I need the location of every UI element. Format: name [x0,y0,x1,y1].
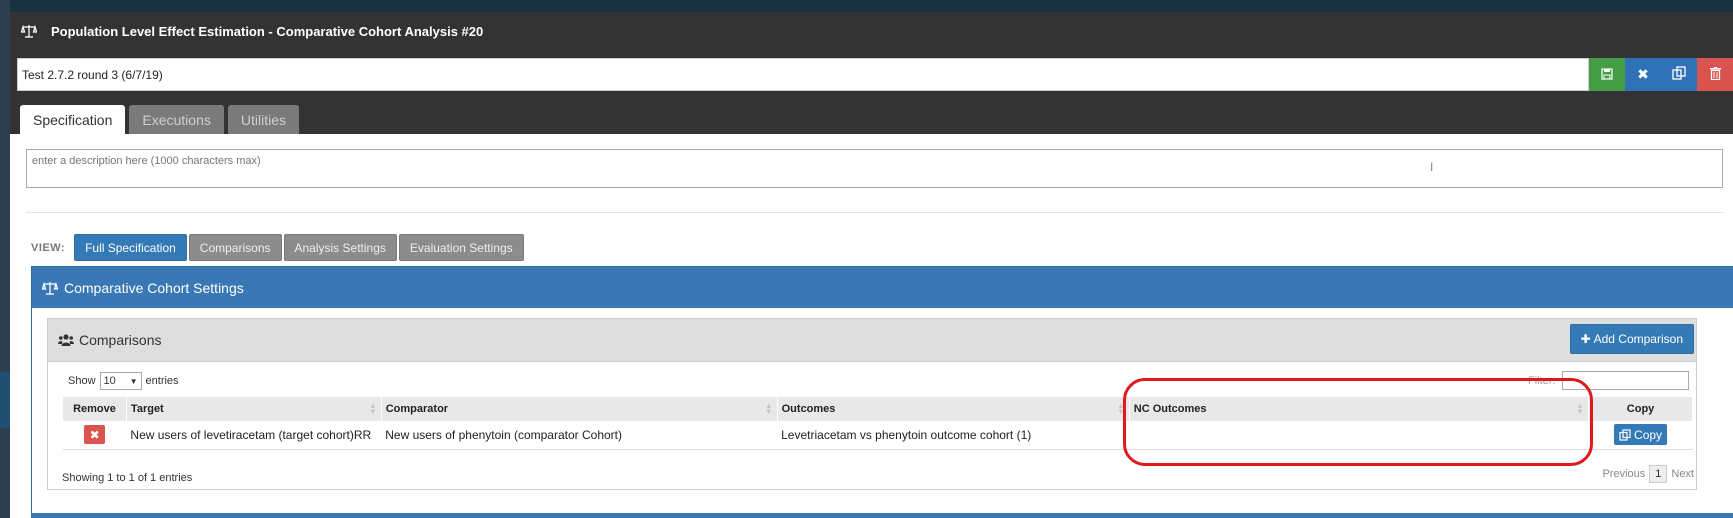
users-icon [58,334,74,346]
sort-icon: ▲ ▼ [368,401,377,416]
tab-executions[interactable]: Executions [129,105,224,134]
analysis-name-row: ✖ [17,58,1733,91]
main-tabs: Specification Executions Utilities [20,105,299,134]
column-header-comparator[interactable]: Comparator ▲ ▼ [381,397,778,421]
copy-label: Copy [1634,427,1663,442]
delete-button[interactable] [1697,58,1733,91]
save-button[interactable] [1589,58,1625,91]
page-edge-mark [0,372,10,428]
page-title: Population Level Effect Estimation - Com… [51,23,484,39]
description-input[interactable] [26,149,1723,188]
entries-value: 10 [103,375,116,387]
text-cursor-icon: I [1430,160,1434,174]
page-length-control: Show 10 ▼ entries [68,372,179,390]
show-label: Show [68,375,96,387]
entries-label: entries [145,375,179,387]
view-label: VIEW: [31,241,66,254]
tab-specification[interactable]: Specification [20,105,126,134]
copy-analysis-button[interactable] [1661,58,1697,91]
previous-page-button[interactable]: Previous [1602,468,1645,480]
close-button[interactable]: ✖ [1625,58,1661,91]
column-header-label: Comparator [385,403,449,415]
close-icon: ✖ [1637,66,1649,82]
column-header-copy[interactable]: Copy [1588,397,1693,421]
next-page-button[interactable]: Next [1671,468,1694,480]
remove-row-button[interactable]: ✖ [84,425,106,445]
column-header-remove[interactable]: Remove [63,397,127,421]
entries-select[interactable]: 10 ▼ [99,372,142,390]
column-header-label: Remove [73,403,116,415]
column-header-label: Outcomes [781,403,836,415]
target-cell[interactable]: New users of levetiracetam (target cohor… [126,421,382,450]
analysis-name-input[interactable] [17,58,1589,91]
panel-heading: Comparative Cohort Settings [32,267,1733,308]
comparisons-heading: Comparisons ✚ Add Comparison [48,319,1696,362]
balance-scale-icon [20,22,38,40]
page-edge [0,0,10,518]
dropdown-arrow-icon: ▼ [129,376,138,386]
sort-icon: ▲ ▼ [764,401,773,416]
nc-outcomes-highlight-annotation [1123,378,1593,466]
comparisons-title: Comparisons [79,332,162,348]
add-comparison-label: Add Comparison [1593,332,1683,346]
view-selector: VIEW: Full Specification Comparisons Ana… [31,234,526,261]
trash-icon [1709,66,1721,83]
panel-bottom-border [31,513,1733,518]
view-evaluation-settings-button[interactable]: Evaluation Settings [398,234,524,261]
table-info: Showing 1 to 1 of 1 entries [62,472,193,484]
balance-scale-icon [42,281,58,295]
column-header-label: Copy [1626,403,1655,415]
pagination: Previous 1 Next [1602,465,1694,483]
tab-utilities[interactable]: Utilities [227,105,299,134]
view-comparisons-button[interactable]: Comparisons [188,234,282,261]
copy-row-button[interactable]: Copy [1614,424,1668,446]
add-comparison-button[interactable]: ✚ Add Comparison [1569,324,1694,354]
plus-icon: ✚ [1580,332,1591,346]
save-icon [1601,67,1613,83]
header-title-row: Population Level Effect Estimation - Com… [20,18,483,44]
divider [26,212,1723,213]
column-header-outcomes[interactable]: Outcomes ▲ ▼ [777,397,1130,421]
remove-cell: ✖ [63,421,127,450]
view-full-specification-button[interactable]: Full Specification [74,234,187,261]
page-1-button[interactable]: 1 [1649,465,1668,483]
copy-icon [1619,429,1631,441]
column-header-target[interactable]: Target ▲ ▼ [126,397,382,421]
outcomes-cell[interactable]: Levetriacetam vs phenytoin outcome cohor… [777,421,1130,450]
top-edge [10,0,1733,12]
view-analysis-settings-button[interactable]: Analysis Settings [283,234,397,261]
column-header-label: Target [130,403,164,415]
comparator-cell[interactable]: New users of phenytoin (comparator Cohor… [381,421,778,450]
copy-cell: Copy [1588,421,1693,450]
copy-icon [1672,66,1686,83]
panel-title: Comparative Cohort Settings [64,279,244,296]
